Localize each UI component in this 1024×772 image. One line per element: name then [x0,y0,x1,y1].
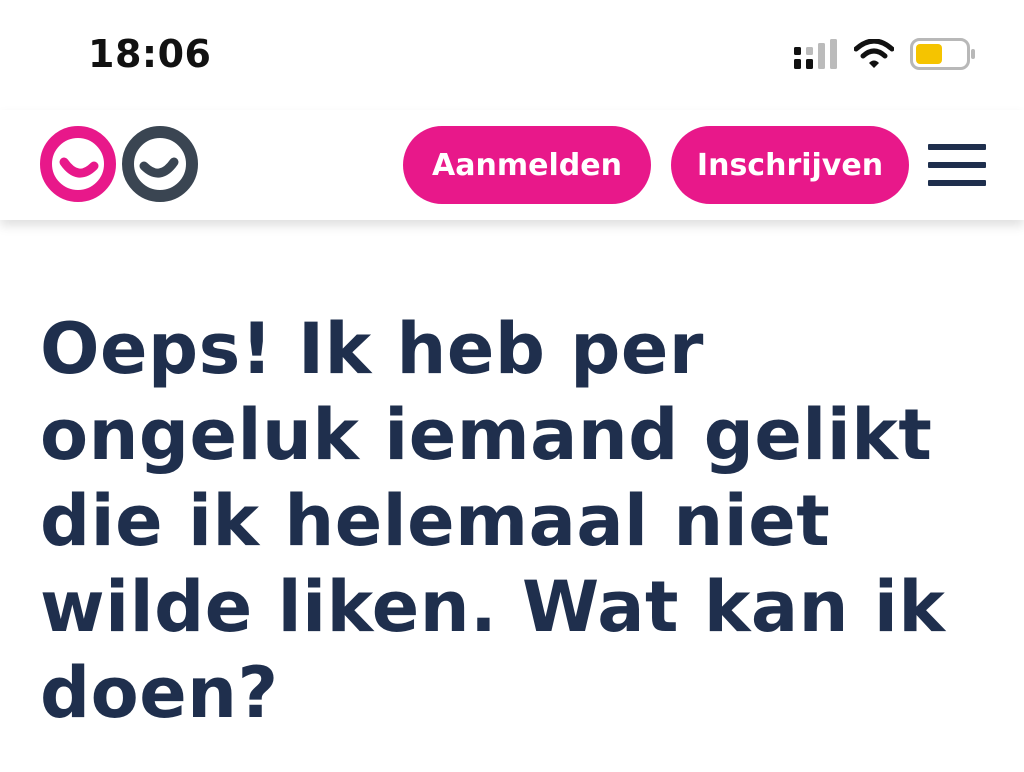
signal-icon [794,39,838,73]
hamburger-menu-icon[interactable] [928,144,986,188]
status-time: 18:06 [88,32,212,76]
battery-icon [910,38,976,74]
status-bar: 18:06 [0,0,1024,110]
login-button[interactable]: Aanmelden [403,126,651,204]
status-icons [794,38,976,74]
wifi-icon [853,38,895,73]
main-content: Oeps! Ik heb per ongeluk iemand gelikt d… [0,220,1024,772]
page-title: Oeps! Ik heb per ongeluk iemand gelikt d… [40,308,946,734]
signup-button[interactable]: Inschrijven [671,126,909,204]
site-header: Aanmelden Inschrijven [0,110,1024,220]
logo-icon[interactable] [38,124,200,204]
